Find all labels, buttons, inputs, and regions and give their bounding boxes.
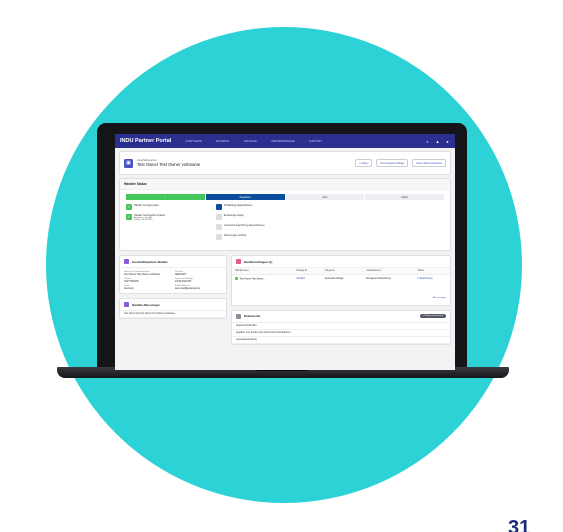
status-dot-icon: [235, 277, 238, 280]
dealer-status-card: Händler Status ✓ Registriert Aktiv Inakt…: [119, 178, 451, 251]
task-item: Erstanfrage erfolgt: [216, 214, 296, 220]
task-item: ✓ Händler hat Angebot erhalten Angebot: …: [126, 214, 166, 221]
path-step-active[interactable]: Aktiv: [285, 194, 365, 200]
record-header: ▣ Geschäftspartner Test Owner Test Owner…: [119, 151, 451, 175]
task-item: Prüfauftrag abgeschlossen: [216, 204, 296, 210]
request-icon: [236, 259, 241, 264]
nav-item-start[interactable]: STARTSEITE: [185, 140, 202, 143]
nav-item-anfrage[interactable]: ANFRAGE: [244, 140, 257, 143]
checkbox-empty-icon: [216, 214, 222, 220]
document-item[interactable]: Angebot 24.09.2021: [232, 323, 450, 330]
chat-icon: [124, 302, 129, 307]
slide: INDU Partner Portal STARTSEITE MATERIAL …: [0, 0, 563, 532]
checkbox-checked-icon: ✓: [126, 204, 132, 210]
task-item: Rechnungen eröffnet: [216, 234, 296, 240]
status-tasks: ✓ Händler ist angemeldet ✓ Händler hat A…: [126, 204, 444, 240]
path-step-done[interactable]: ✓: [126, 194, 205, 200]
task-item: Unternehmensprüfung abgeschlossen: [216, 224, 296, 230]
account-icon: ▣: [124, 158, 133, 168]
top-nav: INDU Partner Portal STARTSEITE MATERIAL …: [115, 134, 455, 148]
requests-card: Händleranfragen (1) Händlername Anfrage I…: [231, 255, 451, 306]
view-all-link[interactable]: Alle anzeigen: [433, 297, 446, 299]
requests-table: Händlername Anfrage ID Kategorie Auswahlmen…: [232, 268, 450, 283]
checkbox-empty-icon: [216, 234, 222, 240]
path-step-registered[interactable]: Registriert: [205, 194, 285, 200]
record-title: Test Owner Test Owner vorbname: [137, 162, 201, 167]
status-path: ✓ Registriert Aktiv Inaktiv: [126, 194, 444, 200]
new-bank-key-button[interactable]: Neuen Bankenschlüssel: [412, 159, 446, 167]
partner-details-card: Geschäftspartner-Details Name des Partne…: [119, 255, 227, 294]
checkbox-current-icon: [216, 204, 222, 210]
checkbox-checked-icon: ✓: [126, 214, 132, 220]
messenger-card: Händler-Messenger Test Owner hat Test Ow…: [119, 298, 227, 319]
table-row[interactable]: Test Owner Test Owner... CASE01 Generell…: [232, 275, 450, 283]
bell-icon[interactable]: ▲: [435, 139, 440, 144]
messenger-entry[interactable]: Test Owner hat Test Owner Test Owner vor…: [120, 311, 226, 318]
nav-item-support[interactable]: SUPPORT: [309, 140, 322, 143]
documents-card: Dokumente Prüfung ausstehend Angebot 24.0…: [231, 309, 451, 345]
follow-button[interactable]: + Folgen: [355, 159, 373, 167]
nav-item-vertriebswege[interactable]: VERTRIEBSWEGE: [271, 140, 295, 143]
page-number: 31: [508, 517, 531, 532]
document-item[interactable]: Angaben zum Kunden (bei Unternehmensverb…: [232, 330, 450, 337]
document-item[interactable]: Gewerbeanmeldung: [232, 337, 450, 344]
new-support-request-button[interactable]: Neue Support-Anfrage: [376, 159, 409, 167]
document-icon: [236, 313, 241, 319]
brand-logo[interactable]: INDU Partner Portal: [120, 138, 171, 144]
laptop-screen: INDU Partner Portal STARTSEITE MATERIAL …: [115, 134, 455, 370]
task-item: ✓ Händler ist angemeldet: [126, 204, 159, 210]
status-badge: Prüfung ausstehend: [420, 314, 446, 318]
user-icon[interactable]: ●: [445, 139, 450, 144]
checkbox-empty-icon: [216, 224, 222, 230]
dealer-status-title: Händler Status: [120, 179, 450, 190]
details-icon: [124, 259, 129, 264]
nav-item-material[interactable]: MATERIAL: [216, 140, 230, 143]
search-icon[interactable]: ⌕: [425, 139, 430, 144]
path-step-inactive[interactable]: Inaktiv: [365, 194, 444, 200]
